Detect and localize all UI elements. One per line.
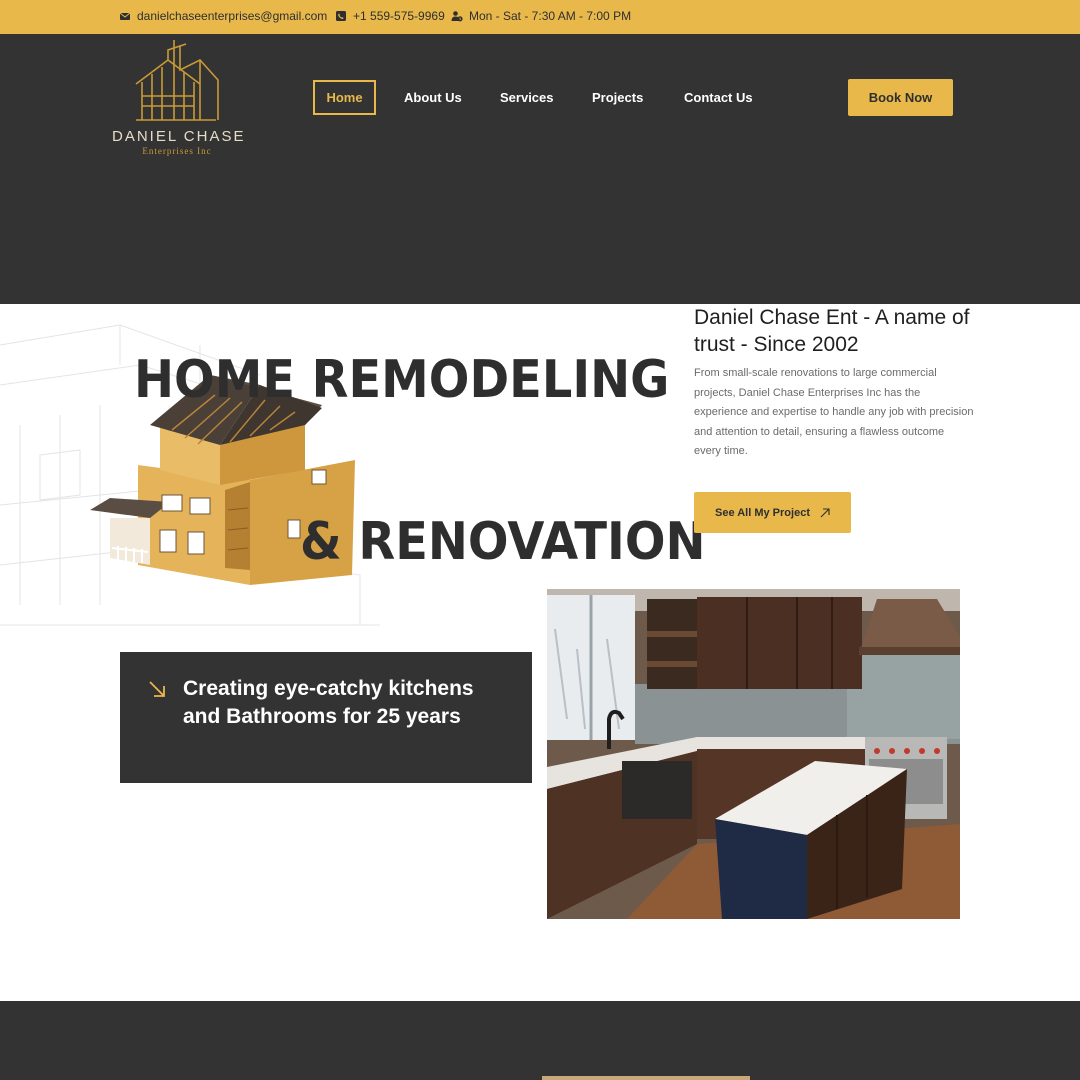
business-hours: Mon - Sat - 7:30 AM - 7:00 PM <box>451 9 631 23</box>
phone-contact[interactable]: +1 559-575-9969 <box>335 9 445 23</box>
email-contact[interactable]: danielchaseenterprises@gmail.com <box>119 9 327 23</box>
envelope-icon <box>119 12 131 20</box>
site-header: DANIEL CHASE Enterprises Inc Home About … <box>0 34 1080 304</box>
top-info-bar: danielchaseenterprises@gmail.com +1 559-… <box>0 0 1080 34</box>
trust-heading: Daniel Chase Ent - A name of trust - Sin… <box>694 306 970 356</box>
nav-projects[interactable]: Projects <box>592 80 643 115</box>
book-now-button[interactable]: Book Now <box>848 79 953 116</box>
arrow-up-right-icon <box>820 507 830 517</box>
house-frame-logo-icon <box>135 40 219 121</box>
logo-name: DANIEL CHASE <box>112 128 246 145</box>
logo-subtitle: Enterprises Inc <box>142 146 212 156</box>
nav-home[interactable]: Home <box>313 80 376 115</box>
trust-description: From small-scale renovations to large co… <box>694 367 974 457</box>
nav-services[interactable]: Services <box>500 80 554 115</box>
see-all-projects-button[interactable]: See All My Project <box>694 492 851 533</box>
user-clock-icon <box>451 11 463 22</box>
feature-text: Creating eye-catchy kitchens and Bathroo… <box>183 677 474 728</box>
hero-title-line-1: HOME REMODELING <box>134 350 670 410</box>
hours-text: Mon - Sat - 7:30 AM - 7:00 PM <box>469 9 632 23</box>
hero-title-line-2: & RENOVATION <box>300 512 706 572</box>
nav-about-us[interactable]: About Us <box>404 80 462 115</box>
bottom-accent-bar <box>542 1076 750 1080</box>
company-logo[interactable]: DANIEL CHASE Enterprises Inc <box>112 40 246 160</box>
feature-callout: Creating eye-catchy kitchens and Bathroo… <box>120 652 532 783</box>
phone-text: +1 559-575-9969 <box>353 9 445 23</box>
nav-contact-us[interactable]: Contact Us <box>684 80 753 115</box>
see-all-projects-label: See All My Project <box>715 506 810 519</box>
email-text: danielchaseenterprises@gmail.com <box>137 9 328 23</box>
phone-icon <box>336 11 346 21</box>
arrow-down-right-icon <box>149 681 165 697</box>
next-section-band <box>0 1001 1080 1080</box>
kitchen-photo <box>547 589 960 919</box>
